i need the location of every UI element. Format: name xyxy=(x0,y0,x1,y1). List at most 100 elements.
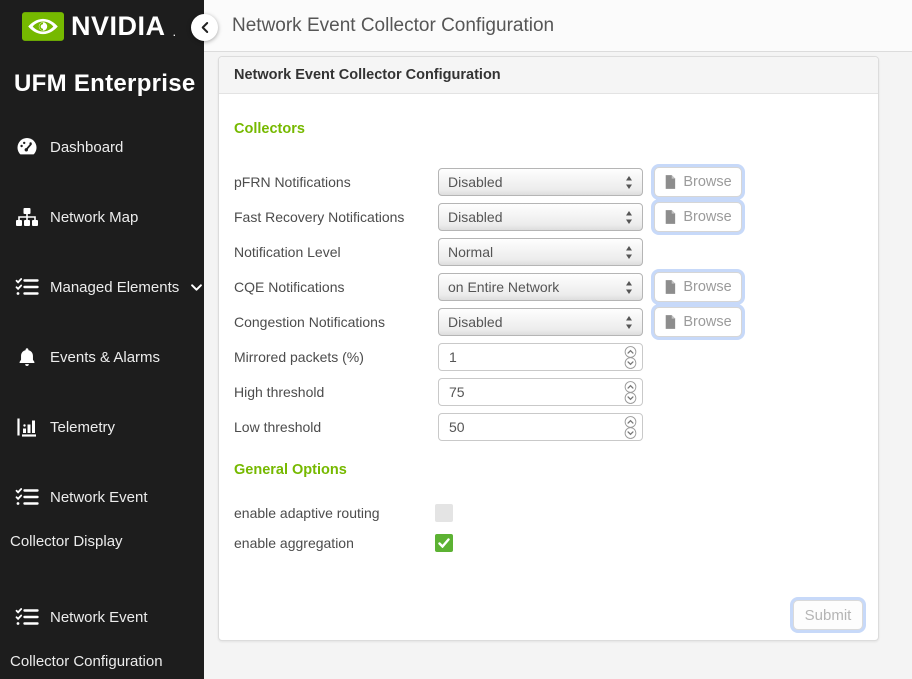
select-updown-icon xyxy=(625,316,633,329)
browse-label: Browse xyxy=(683,174,731,190)
card-body: Collectors pFRN Notifications Disabled B… xyxy=(219,94,878,573)
list-check-icon xyxy=(14,275,39,300)
section-heading-general-options: General Options xyxy=(234,462,863,478)
sidebar-item-network-event-collector-configuration[interactable]: Network Event Collector Configuration xyxy=(0,603,204,670)
nvidia-wordmark-dot: . xyxy=(173,24,177,42)
select-value: Disabled xyxy=(448,209,502,225)
sidebar-item-label: Network Map xyxy=(50,209,138,226)
sidebar-item-managed-elements[interactable]: Managed Elements xyxy=(0,273,204,301)
nvidia-logo: NVIDIA. xyxy=(22,11,176,42)
select-value: on Entire Network xyxy=(448,279,559,295)
form-row-mirrored-packets: Mirrored packets (%) xyxy=(234,343,863,371)
sidebar-item-label-line2: Collector Configuration xyxy=(0,653,204,670)
config-card: Network Event Collector Configuration Co… xyxy=(218,56,879,641)
number-field[interactable] xyxy=(449,349,599,365)
back-button[interactable] xyxy=(191,14,218,41)
sidebar-item-label: Network Event xyxy=(50,489,148,506)
fast-recovery-notifications-select[interactable]: Disabled xyxy=(438,203,643,231)
browse-button[interactable]: Browse xyxy=(654,272,742,302)
select-value: Disabled xyxy=(448,314,502,330)
enable-aggregation-checkbox[interactable] xyxy=(435,534,453,552)
check-row-enable-adaptive-routing: enable adaptive routing xyxy=(234,498,863,528)
check-row-enable-aggregation: enable aggregation xyxy=(234,528,863,558)
form-row-pfrn-notifications: pFRN Notifications Disabled Browse xyxy=(234,168,863,196)
browse-label: Browse xyxy=(683,314,731,330)
checkbox-label: enable adaptive routing xyxy=(234,505,435,521)
pfrn-notifications-select[interactable]: Disabled xyxy=(438,168,643,196)
main-content: Network Event Collector Configuration Co… xyxy=(204,52,912,679)
page-title: Network Event Collector Configuration xyxy=(232,0,554,52)
select-updown-icon xyxy=(625,281,633,294)
sidebar-item-network-event-collector-display[interactable]: Network Event Collector Display xyxy=(0,483,204,550)
sidebar-item-label-line2: Collector Display xyxy=(0,533,204,550)
sidebar-item-label: Dashboard xyxy=(50,139,123,156)
field-label: CQE Notifications xyxy=(234,279,438,295)
gauge-icon xyxy=(14,135,39,160)
field-label: pFRN Notifications xyxy=(234,174,438,190)
card-title: Network Event Collector Configuration xyxy=(219,57,878,94)
select-updown-icon xyxy=(625,211,633,224)
form-row-fast-recovery-notifications: Fast Recovery Notifications Disabled Bro… xyxy=(234,203,863,231)
file-icon xyxy=(664,210,676,224)
sidebar-item-events-alarms[interactable]: Events & Alarms xyxy=(0,343,204,371)
sidebar-item-label: Events & Alarms xyxy=(50,349,160,366)
form-row-cqe-notifications: CQE Notifications on Entire Network Brow… xyxy=(234,273,863,301)
select-value: Disabled xyxy=(448,174,502,190)
enable-adaptive-routing-checkbox[interactable] xyxy=(435,504,453,522)
sidebar-item-label: Telemetry xyxy=(50,419,115,436)
form-row-high-threshold: High threshold xyxy=(234,378,863,406)
sidebar-item-dashboard[interactable]: Dashboard xyxy=(0,133,204,161)
list-check-icon xyxy=(14,485,39,510)
chevron-left-icon xyxy=(200,21,209,34)
form-row-low-threshold: Low threshold xyxy=(234,413,863,441)
mirrored-packets-input[interactable] xyxy=(438,343,643,371)
field-label: Congestion Notifications xyxy=(234,314,438,330)
browse-button[interactable]: Browse xyxy=(654,167,742,197)
field-label: High threshold xyxy=(234,384,438,400)
chevron-down-icon xyxy=(191,284,202,291)
cqe-notifications-select[interactable]: on Entire Network xyxy=(438,273,643,301)
nvidia-wordmark: NVIDIA xyxy=(71,11,166,42)
sidebar: NVIDIA. UFM Enterprise Dashboard xyxy=(0,0,204,679)
check-icon xyxy=(438,538,450,548)
browse-label: Browse xyxy=(683,279,731,295)
number-field[interactable] xyxy=(449,419,599,435)
notification-level-select[interactable]: Normal xyxy=(438,238,643,266)
sidebar-item-label: Managed Elements xyxy=(50,279,179,296)
select-updown-icon xyxy=(625,246,633,259)
file-icon xyxy=(664,315,676,329)
sidebar-item-telemetry[interactable]: Telemetry xyxy=(0,413,204,441)
nvidia-eye-icon xyxy=(22,12,64,41)
low-threshold-input[interactable] xyxy=(438,413,643,441)
browse-button[interactable]: Browse xyxy=(654,202,742,232)
field-label: Mirrored packets (%) xyxy=(234,349,438,365)
select-updown-icon xyxy=(625,176,633,189)
congestion-notifications-select[interactable]: Disabled xyxy=(438,308,643,336)
field-label: Notification Level xyxy=(234,244,438,260)
stepper-icon[interactable] xyxy=(624,415,637,440)
sidebar-item-network-map[interactable]: Network Map xyxy=(0,203,204,231)
sitemap-icon xyxy=(14,205,39,230)
stepper-icon[interactable] xyxy=(624,345,637,370)
topbar: Network Event Collector Configuration xyxy=(204,0,912,52)
select-value: Normal xyxy=(448,244,493,260)
section-heading-collectors: Collectors xyxy=(234,121,863,137)
bar-chart-icon xyxy=(14,415,39,440)
browse-button[interactable]: Browse xyxy=(654,307,742,337)
high-threshold-input[interactable] xyxy=(438,378,643,406)
stepper-icon[interactable] xyxy=(624,380,637,405)
form-row-notification-level: Notification Level Normal xyxy=(234,238,863,266)
form-row-congestion-notifications: Congestion Notifications Disabled Browse xyxy=(234,308,863,336)
submit-button[interactable]: Submit xyxy=(793,600,863,630)
product-title: UFM Enterprise xyxy=(14,70,196,98)
file-icon xyxy=(664,280,676,294)
sidebar-item-label: Network Event xyxy=(50,609,148,626)
bell-icon xyxy=(14,345,39,370)
browse-label: Browse xyxy=(683,209,731,225)
field-label: Fast Recovery Notifications xyxy=(234,209,438,225)
list-check-icon xyxy=(14,605,39,630)
file-icon xyxy=(664,175,676,189)
checkbox-label: enable aggregation xyxy=(234,535,435,551)
field-label: Low threshold xyxy=(234,419,438,435)
number-field[interactable] xyxy=(449,384,599,400)
